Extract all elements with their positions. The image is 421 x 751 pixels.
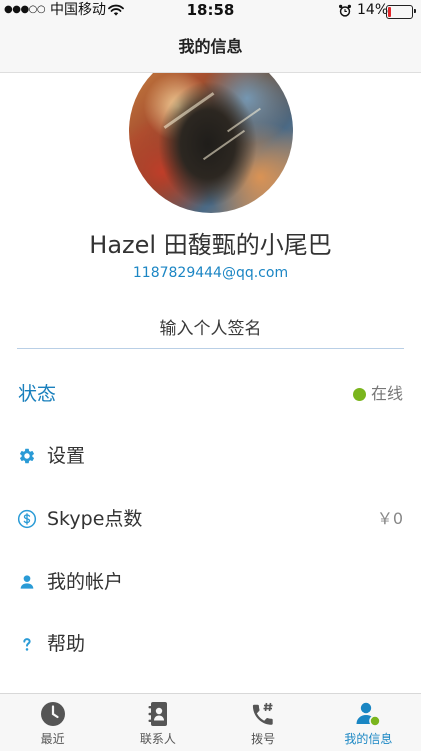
help-icon	[23, 638, 31, 651]
tab-recent[interactable]: 最近	[0, 694, 105, 751]
profile-email: 1187829444@qq.com	[132, 265, 289, 281]
menu-item-my-account[interactable]: 我的帐户	[0, 551, 421, 613]
menu-item-label: 设置	[47, 445, 86, 467]
avatar-light-streak	[227, 107, 261, 133]
menu-item-help[interactable]: 帮助	[0, 613, 421, 675]
avatar-light-streak	[202, 129, 246, 161]
tab-label: 我的信息	[344, 732, 393, 746]
menu-item-label: 我的帐户	[47, 571, 124, 593]
tab-label: 联系人	[139, 732, 176, 746]
menu-item-label: 帮助	[47, 633, 86, 655]
signal-strength: ●●●○○	[4, 4, 46, 15]
gear-icon	[19, 448, 35, 464]
presence-value: 在线	[370, 384, 403, 403]
carrier-name: 中国移动	[50, 2, 106, 18]
online-status-dot	[369, 715, 382, 727]
top-bar: ●●●○○ 中国移动 18:58 14% 我的信息	[0, 0, 421, 73]
bottom-tab-bar: 最近 联系人 拨号 我的信息	[0, 693, 421, 751]
skype-credit-balance: ￥0	[376, 509, 403, 528]
contacts-icon	[148, 702, 167, 726]
tab-label: 拨号	[251, 732, 276, 746]
page-title: 我的信息	[178, 37, 243, 56]
tab-my-info[interactable]: 我的信息	[316, 694, 421, 751]
wifi-icon	[108, 4, 124, 16]
tab-dial[interactable]: 拨号	[211, 694, 316, 751]
profile-name[interactable]: Hazel 田馥甄的小尾巴	[0, 230, 421, 260]
menu-item-settings[interactable]: 设置	[0, 425, 421, 487]
my-info-icon	[356, 702, 382, 727]
battery-icon	[386, 5, 416, 19]
presence-status-row[interactable]: 状态 在线	[0, 363, 421, 425]
person-icon	[20, 575, 34, 589]
alarm-clock-icon	[338, 4, 352, 17]
clock-icon	[40, 702, 65, 726]
profile-avatar[interactable]	[129, 49, 293, 213]
menu-item-label: Skype点数	[47, 508, 143, 530]
signature-input[interactable]	[17, 310, 404, 349]
skype-credit-icon	[17, 509, 37, 529]
battery-percentage: 14%	[357, 2, 389, 18]
battery-level-fill	[388, 7, 392, 17]
menu-item-skype-credit[interactable]: Skype点数 ￥0	[0, 488, 421, 550]
dialpad-phone-icon	[253, 702, 273, 725]
online-status-dot	[353, 388, 366, 401]
presence-label: 状态	[18, 383, 57, 405]
tab-label: 最近	[40, 732, 65, 746]
battery-nub	[414, 9, 416, 13]
avatar-light-streak	[163, 92, 215, 129]
tab-contacts[interactable]: 联系人	[105, 694, 210, 751]
